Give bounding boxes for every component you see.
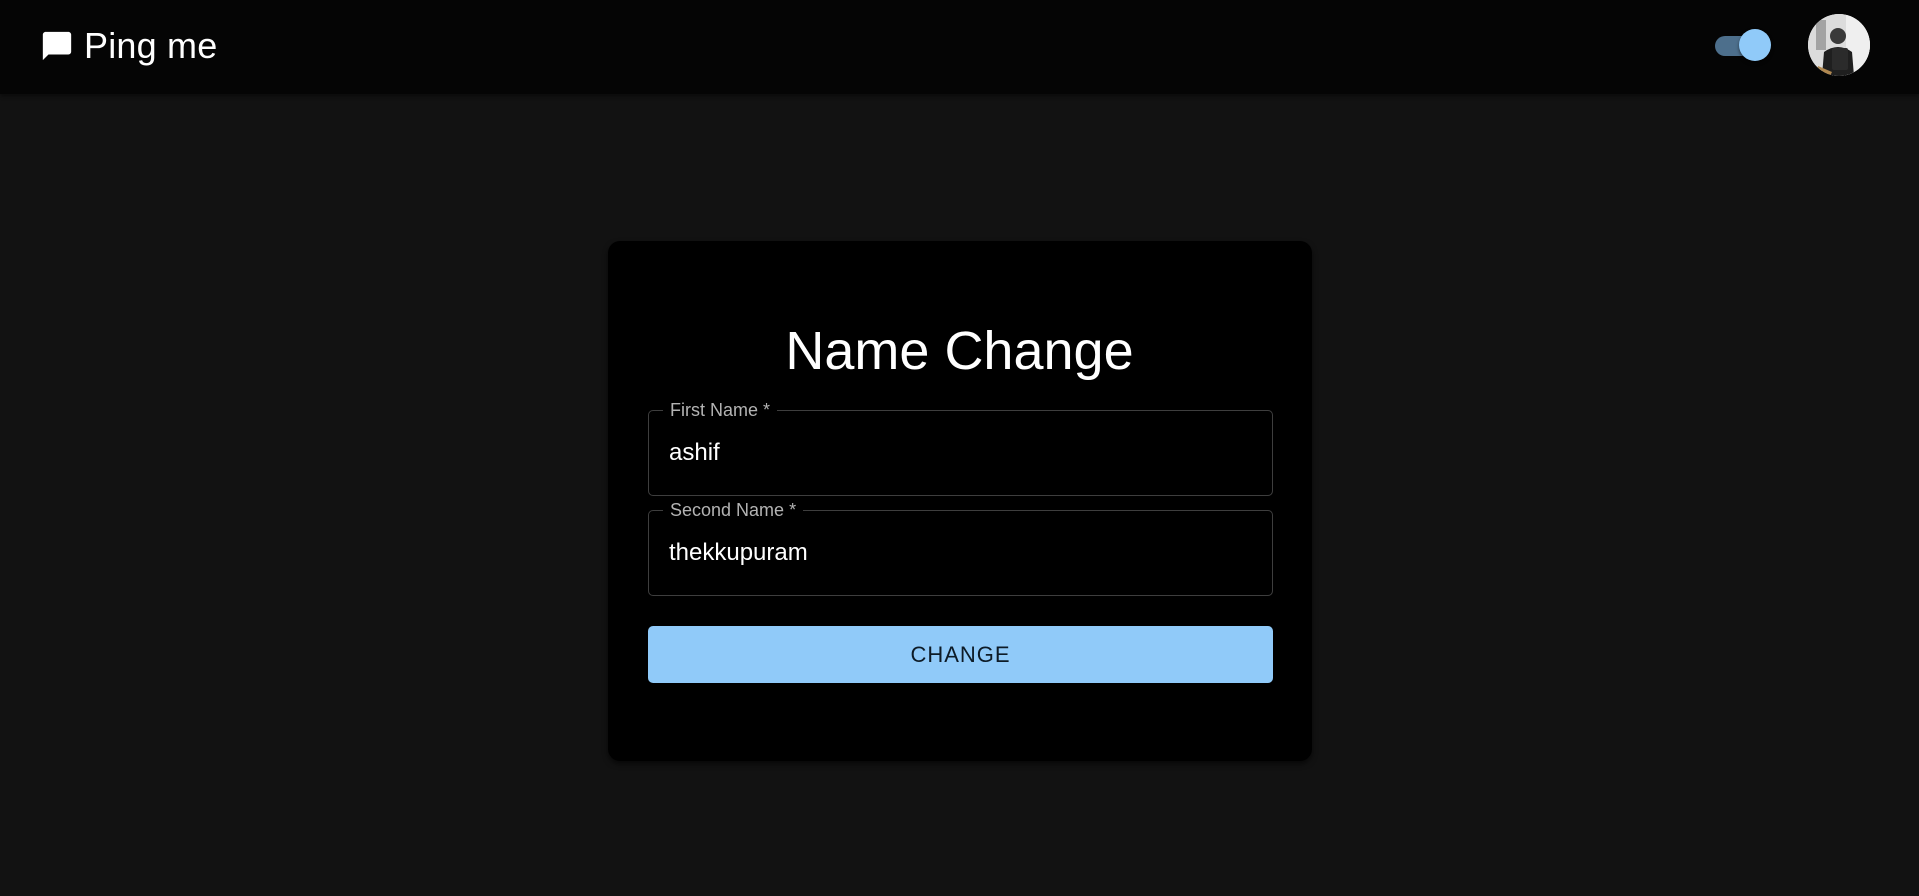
- brand: Ping me: [40, 26, 217, 66]
- chat-bubble-icon: [40, 29, 74, 63]
- theme-toggle[interactable]: [1713, 29, 1773, 63]
- app-bar: Ping me: [0, 0, 1919, 94]
- second-name-label: Second Name *: [663, 500, 804, 520]
- avatar-photo: [1808, 14, 1870, 76]
- second-name-input[interactable]: [669, 535, 1249, 571]
- second-name-field[interactable]: Second Name *: [648, 500, 1273, 596]
- avatar[interactable]: [1808, 14, 1870, 76]
- change-button[interactable]: CHANGE: [648, 626, 1273, 683]
- app-title: Ping me: [84, 25, 218, 66]
- first-name-field[interactable]: First Name *: [648, 400, 1273, 496]
- first-name-label: First Name *: [663, 400, 778, 420]
- first-name-input[interactable]: [669, 435, 1249, 471]
- page-title: Name Change: [785, 321, 1134, 381]
- toggle-thumb: [1739, 29, 1771, 61]
